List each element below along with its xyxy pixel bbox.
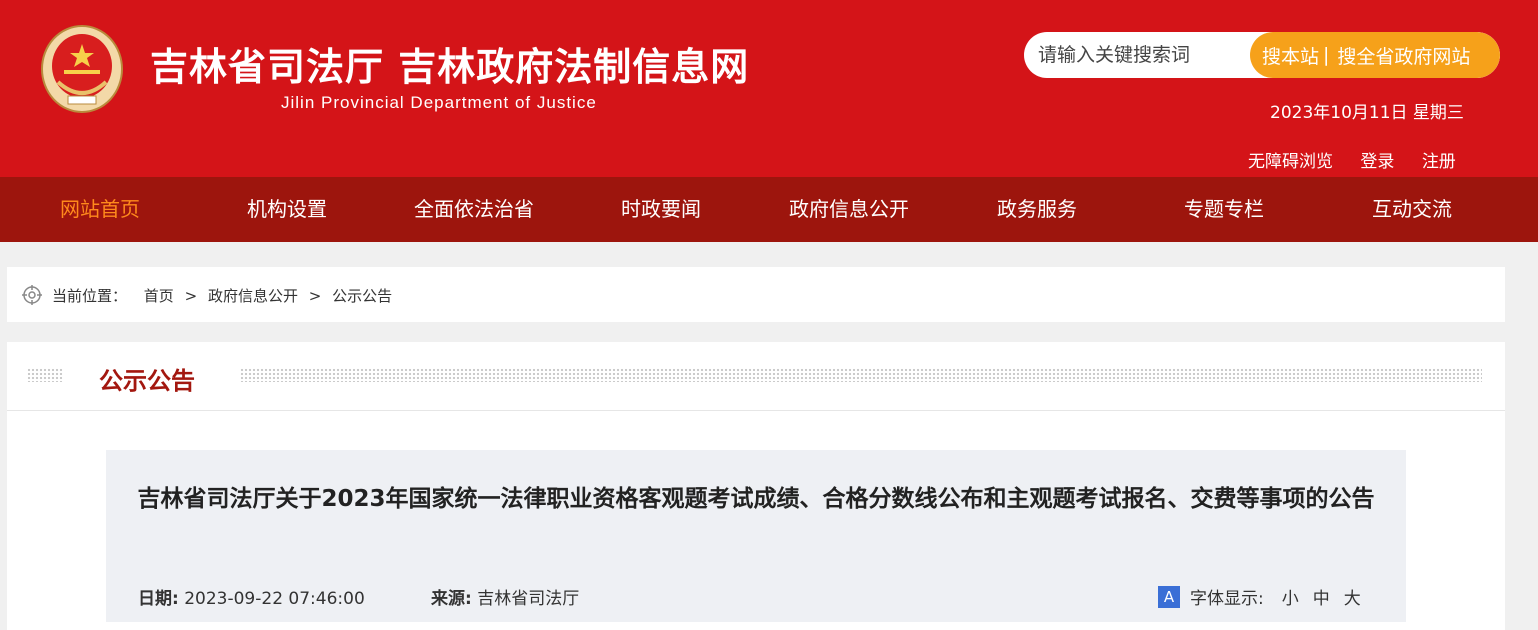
date-label: 日期: (138, 589, 179, 609)
location-icon (22, 285, 42, 305)
breadcrumb-notices[interactable]: 公示公告 (332, 287, 392, 305)
article-source: 来源: 吉林省司法厅 (431, 584, 579, 609)
search-site-button[interactable]: 搜本站 (1262, 42, 1319, 69)
dotted-divider (27, 368, 63, 382)
login-link[interactable]: 登录 (1360, 152, 1394, 172)
site-title: 吉林省司法厅 吉林政府法制信息网 (150, 45, 750, 89)
site-header: 吉林省司法厅 吉林政府法制信息网 Jilin Provincial Depart… (0, 0, 1538, 177)
section-header: 公示公告 (7, 342, 1505, 411)
breadcrumb-gov-info[interactable]: 政府信息公开 (208, 287, 298, 305)
date-value: 2023-09-22 07:46:00 (184, 589, 365, 609)
search-box: 搜本站 | 搜全省政府网站 (1024, 32, 1500, 78)
nav-item-interaction[interactable]: 互动交流 (1372, 177, 1452, 242)
current-date: 2023年10月11日 星期三 (1270, 103, 1464, 123)
breadcrumb-separator: > (184, 287, 198, 305)
article-title: 吉林省司法厅关于2023年国家统一法律职业资格客观题考试成绩、合格分数线公布和主… (137, 486, 1375, 512)
breadcrumb-separator: > (308, 287, 322, 305)
font-size-control: A 字体显示: 小 中 大 (1158, 584, 1361, 609)
dotted-divider (240, 368, 1482, 382)
article-date: 日期: 2023-09-22 07:46:00 (138, 584, 365, 609)
source-value: 吉林省司法厅 (477, 589, 580, 609)
breadcrumb-text: 当前位置： 首页 > 政府信息公开 > 公示公告 (52, 285, 392, 306)
breadcrumb-home[interactable]: 首页 (144, 287, 174, 305)
breadcrumb: 当前位置： 首页 > 政府信息公开 > 公示公告 (7, 267, 1505, 322)
search-buttons: 搜本站 | 搜全省政府网站 (1250, 32, 1500, 78)
site-subtitle: Jilin Provincial Department of Justice (281, 93, 597, 112)
section-title: 公示公告 (99, 367, 195, 395)
font-size-icon: A (1158, 585, 1180, 608)
nav-item-services[interactable]: 政务服务 (997, 177, 1077, 242)
nav-item-gov-info[interactable]: 政府信息公开 (789, 177, 909, 242)
nav-item-home[interactable]: 网站首页 (60, 177, 140, 242)
font-size-medium[interactable]: 中 (1313, 584, 1330, 609)
content-panel: 公示公告 吉林省司法厅关于2023年国家统一法律职业资格客观题考试成绩、合格分数… (7, 342, 1505, 630)
nav-item-rule-of-law[interactable]: 全面依法治省 (414, 177, 534, 242)
search-province-button[interactable]: 搜全省政府网站 (1337, 42, 1470, 69)
justice-emblem-icon (41, 25, 123, 113)
register-link[interactable]: 注册 (1422, 152, 1456, 172)
search-separator: | (1323, 44, 1330, 66)
source-label: 来源: (431, 589, 472, 609)
article-header: 吉林省司法厅关于2023年国家统一法律职业资格客观题考试成绩、合格分数线公布和主… (106, 450, 1406, 622)
font-size-large[interactable]: 大 (1344, 584, 1361, 609)
font-size-label: 字体显示: (1190, 589, 1264, 609)
search-input[interactable] (1024, 32, 1254, 78)
nav-item-news[interactable]: 时政要闻 (621, 177, 701, 242)
top-links: 无障碍浏览 登录 注册 (1248, 147, 1478, 172)
font-size-small[interactable]: 小 (1282, 584, 1299, 609)
accessibility-link[interactable]: 无障碍浏览 (1248, 152, 1333, 172)
main-nav: 网站首页 机构设置 全面依法治省 时政要闻 政府信息公开 政务服务 专题专栏 互… (0, 177, 1538, 242)
breadcrumb-label: 当前位置： (52, 287, 128, 305)
nav-item-topics[interactable]: 专题专栏 (1184, 177, 1264, 242)
nav-item-organization[interactable]: 机构设置 (247, 177, 327, 242)
